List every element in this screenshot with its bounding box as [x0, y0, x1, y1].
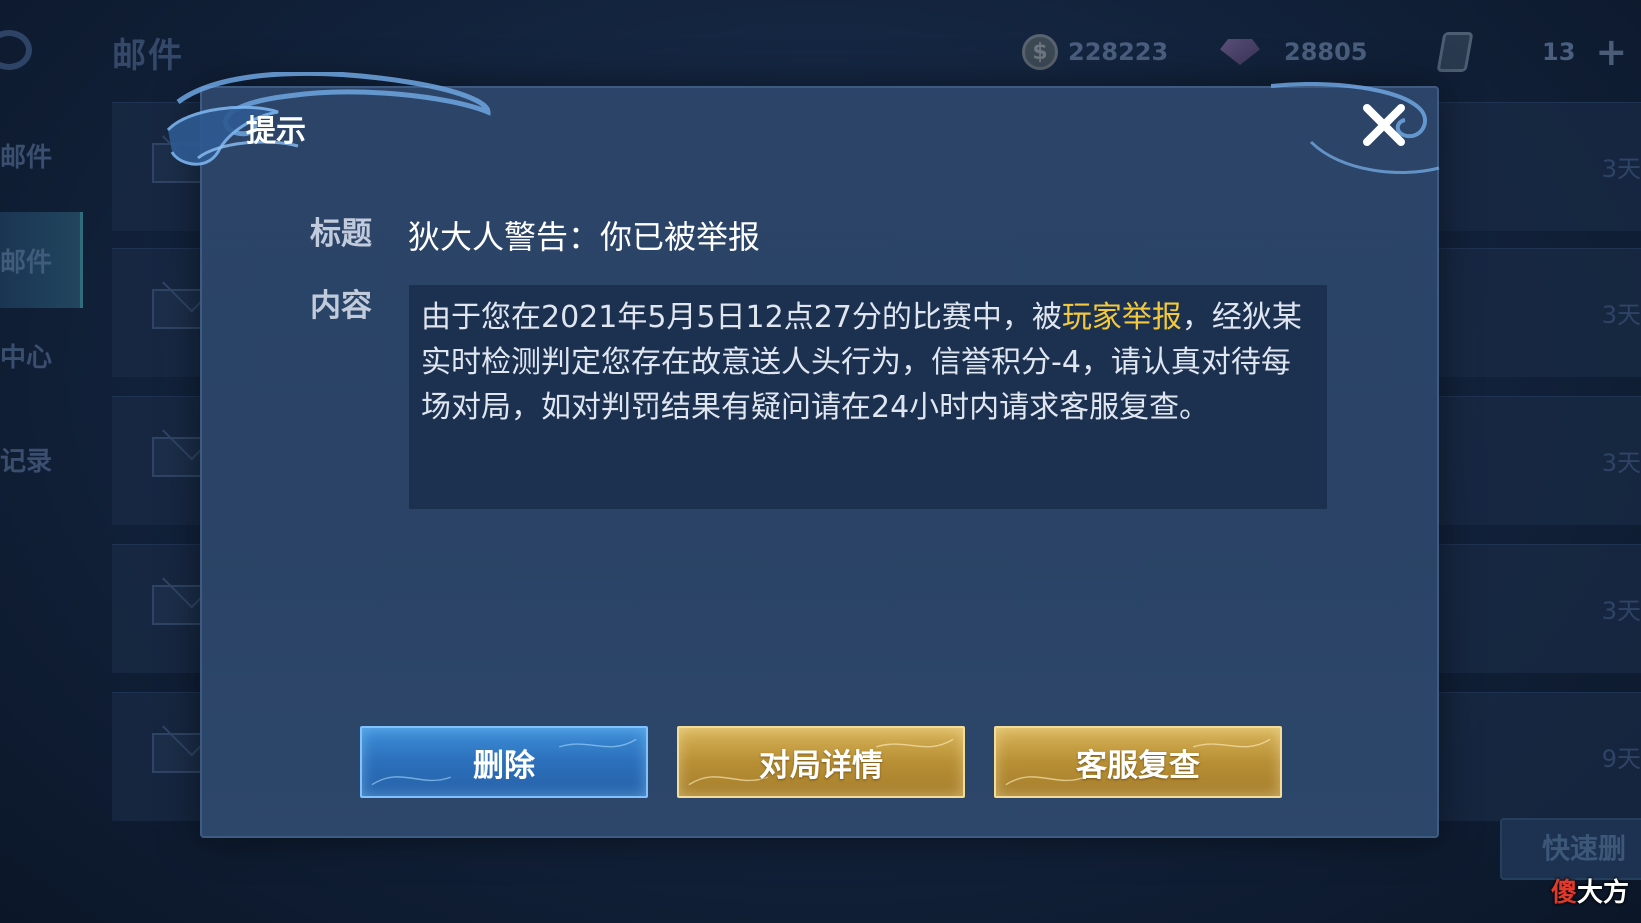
gold-amount: 228223 — [1068, 38, 1169, 66]
mail-days-left: 3天 — [1601, 155, 1641, 183]
mail-days-left: 3天 — [1601, 449, 1641, 477]
delete-button-label: 删除 — [473, 747, 535, 784]
content-body: 由于您在2021年5月5日12点27分的比赛中，被玩家举报，经狄某实时检测判定您… — [408, 284, 1328, 510]
ticket-resource — [1436, 30, 1474, 74]
sidenav-item-mail[interactable]: 邮件 — [0, 120, 80, 190]
content-highlight: 玩家举报 — [1061, 300, 1182, 335]
plus-icon[interactable]: + — [1595, 30, 1627, 74]
envelope-icon — [152, 437, 206, 477]
dialog-title: 提示 — [246, 114, 306, 149]
page-title: 邮件 — [112, 36, 184, 76]
quick-delete-button[interactable]: 快速删 — [1500, 818, 1641, 880]
sidenav-item-label: 邮件 — [0, 247, 53, 278]
match-details-button-label: 对局详情 — [759, 747, 883, 784]
back-icon[interactable] — [0, 30, 32, 70]
sidenav-item-label: 邮件 — [0, 142, 53, 173]
subject-value: 狄大人警告：你已被举报 — [408, 218, 761, 256]
top-bar: 邮件 $ 228223 28805 13 + — [0, 0, 1641, 100]
subject-label: 标题 — [310, 216, 372, 252]
close-icon[interactable] — [1359, 100, 1409, 150]
content-text-before: 由于您在2021年5月5日12点27分的比赛中，被 — [421, 300, 1062, 335]
sidenav-item-center[interactable]: 中心 — [0, 320, 80, 390]
delete-button[interactable]: 删除 — [360, 726, 648, 798]
sidenav-item-label: 记录 — [0, 446, 53, 477]
card-icon — [1436, 32, 1474, 72]
gold-resource: $ 228223 — [1022, 30, 1168, 74]
watermark-first-char: 傻 — [1550, 878, 1577, 908]
envelope-icon — [152, 143, 206, 183]
diamond-amount: 28805 — [1284, 38, 1368, 66]
notice-dialog: 提示 标题 狄大人警告：你已被举报 内容 由于您在2021年5月5日12点27分… — [166, 72, 1440, 838]
envelope-icon — [152, 733, 206, 773]
mail-days-left: 9天 — [1601, 745, 1641, 773]
match-details-button[interactable]: 对局详情 — [677, 726, 965, 798]
mail-days-left: 3天 — [1601, 301, 1641, 329]
sidenav-item-records[interactable]: 记录 — [0, 424, 80, 494]
cloud-ornament-right — [1271, 82, 1440, 174]
ticket-count: 13 + — [1542, 30, 1627, 74]
envelope-icon — [152, 289, 206, 329]
support-review-button[interactable]: 客服复查 — [994, 726, 1282, 798]
cloud-ornament-left — [166, 72, 491, 166]
mail-days-left: 3天 — [1601, 597, 1641, 625]
envelope-icon — [152, 585, 206, 625]
diamond-resource: 28805 — [1220, 30, 1368, 74]
ticket-amount: 13 — [1542, 38, 1576, 66]
gold-coin-icon: $ — [1022, 34, 1058, 70]
watermark-logo: 傻大方 — [1551, 872, 1629, 909]
diamond-icon — [1220, 35, 1260, 69]
content-label: 内容 — [310, 288, 372, 324]
sidenav-item-label: 中心 — [0, 342, 53, 373]
watermark-rest: 大方 — [1576, 878, 1629, 908]
sidenav-item-mail-active[interactable]: 邮件 — [0, 212, 83, 308]
support-review-button-label: 客服复查 — [1076, 747, 1200, 784]
